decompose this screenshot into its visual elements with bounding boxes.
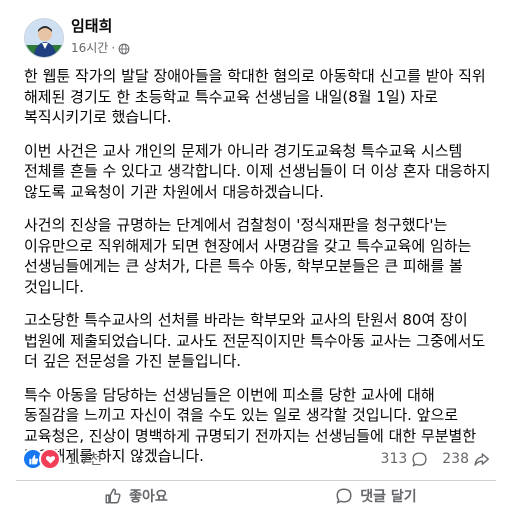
stats-right: 313 238 <box>381 451 490 468</box>
post-paragraph: 이번 사건은 교사 개인의 문제가 아니라 경기도교육청 특수교육 시스템 전체… <box>24 141 491 201</box>
shares-count: 238 <box>442 451 469 467</box>
reactions-count: 1.7천 <box>67 452 103 468</box>
share-icon <box>474 452 489 466</box>
post-paragraph: 한 웹툰 작가의 발달 장애아들을 학대한 혐의로 아동학대 신고를 받아 직위… <box>24 67 486 126</box>
thumbs-up-icon <box>105 488 121 504</box>
post-time[interactable]: 16시간 <box>71 41 108 56</box>
comment-button[interactable]: 댓글 달기 <box>256 481 496 511</box>
post-body: 한 웹툰 작가의 발달 장애아들을 학대한 혐의로 아동학대 신고를 받아 직위… <box>24 66 494 480</box>
comment-button-label: 댓글 달기 <box>360 489 417 505</box>
shares-stat[interactable]: 238 <box>442 451 490 468</box>
like-button-label: 좋아요 <box>129 489 168 505</box>
love-reaction-icon <box>39 448 61 470</box>
post-paragraph: 고소당한 특수교사의 선처를 바라는 학부모와 교사의 탄원서 80여 장이 법… <box>24 311 486 370</box>
comments-count: 313 <box>380 451 408 467</box>
post-header: 임태희 16시간 · <box>0 0 512 62</box>
post-author-name[interactable]: 임태희 <box>71 17 112 35</box>
comments-stat[interactable]: 313 <box>381 451 429 468</box>
comment-bubble-icon <box>336 488 352 504</box>
avatar[interactable] <box>24 18 64 58</box>
globe-icon[interactable] <box>118 43 130 55</box>
like-button[interactable]: 좋아요 <box>16 481 256 511</box>
meta-separator: · <box>111 41 116 55</box>
post-stats: 1.7천 313 238 <box>22 448 490 470</box>
post-meta: 16시간 · <box>71 41 130 56</box>
comment-icon <box>412 451 427 467</box>
post-paragraph: 사건의 진상을 규명하는 단계에서 검찰청이 '정식재판을 청구했다'는 이유만… <box>24 216 472 296</box>
reactions-summary[interactable]: 1.7천 <box>22 448 102 470</box>
post-actions: 좋아요 댓글 달기 <box>16 481 496 511</box>
avatar-image <box>25 19 63 57</box>
